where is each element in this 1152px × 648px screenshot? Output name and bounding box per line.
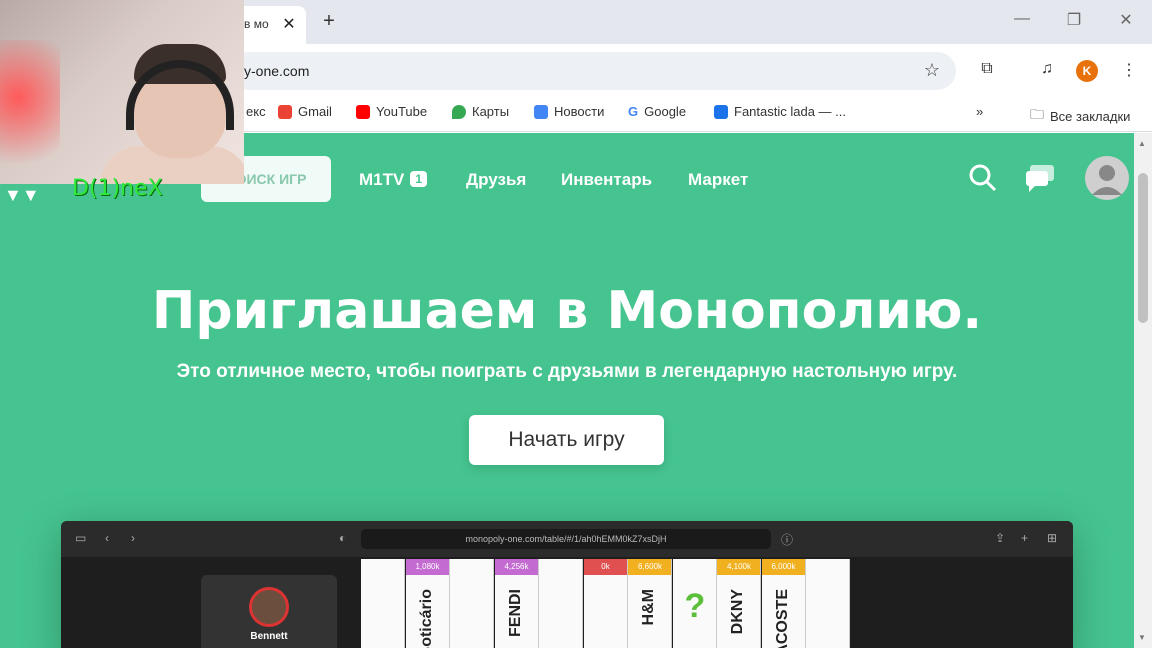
profile-avatar[interactable]: K xyxy=(1076,60,1098,82)
hero-title: Приглашаем в Монополию. xyxy=(151,281,983,341)
bookmark-yandex[interactable]: екс xyxy=(246,104,266,119)
board-cell: 4,100k DKNY xyxy=(717,559,761,648)
bookmark-label: YouTube xyxy=(376,104,428,119)
bookmark-news[interactable]: Новости xyxy=(534,104,604,119)
menu-icon[interactable]: ⋮ xyxy=(1118,60,1140,80)
media-control-icon[interactable]: ♫ xyxy=(1036,60,1058,78)
news-icon xyxy=(534,104,548,119)
share-icon: ⇪ xyxy=(995,531,1006,545)
preview-browser-bar: ▭ ‹ › ◐ monopoly-one.com/table/#/1/ah0hE… xyxy=(61,521,1073,557)
start-game-button[interactable]: Начать игру xyxy=(469,415,664,465)
lada-icon xyxy=(714,104,728,119)
bookmark-label: Карты xyxy=(472,104,510,119)
plus-icon: + xyxy=(1021,531,1029,545)
cell-brand: DKNY xyxy=(729,589,746,635)
scroll-up-icon[interactable]: ▲ xyxy=(1138,139,1146,148)
new-tab-icon[interactable]: + xyxy=(318,10,340,33)
scroll-down-icon[interactable]: ▼ xyxy=(1138,633,1146,642)
board-cell xyxy=(450,559,494,648)
grid-icon: ⊞ xyxy=(1047,531,1058,545)
bookmark-label: Google xyxy=(644,104,687,119)
address-url: y-one.com xyxy=(244,63,310,79)
maps-icon xyxy=(452,104,466,119)
chat-icon[interactable] xyxy=(1024,163,1056,193)
cell-price: 6,600k xyxy=(628,559,671,575)
bookmark-gmail[interactable]: Gmail xyxy=(278,104,332,119)
nav-friends[interactable]: Друзья xyxy=(466,170,526,190)
user-avatar-icon[interactable] xyxy=(1084,155,1130,201)
board-cell: 0k xyxy=(583,559,628,648)
more-bookmarks-icon[interactable]: » xyxy=(976,104,983,119)
window-close-icon[interactable]: ✕ xyxy=(1116,10,1136,30)
gmail-icon xyxy=(278,104,292,119)
player-avatar xyxy=(249,587,289,627)
game-preview-screenshot: ▭ ‹ › ◐ monopoly-one.com/table/#/1/ah0hE… xyxy=(61,521,1073,648)
board-cell xyxy=(806,559,850,648)
close-icon[interactable]: ✕ xyxy=(280,14,298,34)
bookmark-label: Новости xyxy=(554,104,605,119)
extensions-icon[interactable]: ⧉ xyxy=(976,60,998,78)
nav-m1tv[interactable]: M1TV 1 xyxy=(359,170,428,190)
cell-price: 0k xyxy=(583,559,627,575)
board-cell: 6,600k H&M xyxy=(628,559,672,648)
tab-title: в мо xyxy=(244,17,269,31)
bookmark-label: Gmail xyxy=(298,104,332,119)
board-cell: 6,000k LACOSTE xyxy=(761,559,806,648)
restore-icon[interactable]: ❐ xyxy=(1064,10,1084,30)
cell-brand: H&M xyxy=(640,589,657,626)
cell-brand: oBoticário xyxy=(417,589,435,648)
hero-subtitle: Это отличное место, чтобы поиграть с дру… xyxy=(176,361,958,382)
info-icon: ⓘ xyxy=(781,533,794,547)
cell-price: 1,080k xyxy=(405,559,449,575)
player-card: Bennett xyxy=(201,575,337,648)
nav-inventory[interactable]: Инвентарь xyxy=(561,170,652,190)
preview-url: monopoly-one.com/table/#/1/ah0hEMM0kZ7xs… xyxy=(361,529,771,549)
webcam-overlay xyxy=(0,0,244,184)
cell-brand: FENDI xyxy=(506,589,524,637)
board-cell: 1,080k oBoticário xyxy=(405,559,450,648)
cell-price: 4,256k xyxy=(494,559,538,575)
site-logo[interactable]: ▼▼ xyxy=(4,185,40,206)
monopoly-page: ▼▼ ПОИСК ИГР M1TV 1 Друзья Инвентарь Марк… xyxy=(0,133,1134,648)
cell-price: 4,100k xyxy=(717,559,760,575)
bookmark-google[interactable]: G Google xyxy=(628,104,686,119)
address-bar[interactable]: y-one.com ☆ xyxy=(230,52,956,90)
board-cell xyxy=(361,559,405,648)
minimize-icon[interactable]: — xyxy=(1012,10,1032,28)
player-name: Bennett xyxy=(250,631,288,642)
google-icon: G xyxy=(628,104,639,119)
bookmark-youtube[interactable]: YouTube xyxy=(356,104,427,119)
all-bookmarks[interactable]: 🗀 Все закладки xyxy=(1030,104,1130,128)
back-icon: ‹ xyxy=(105,531,109,545)
forward-icon: › xyxy=(131,531,135,545)
page-scrollbar[interactable]: ▲ ▼ xyxy=(1134,133,1152,648)
board-cell: 4,256k FENDI xyxy=(494,559,539,648)
m1tv-badge: 1 xyxy=(410,171,428,187)
board-cell: ? xyxy=(672,559,717,648)
neon-light xyxy=(0,40,60,184)
search-icon[interactable] xyxy=(968,163,998,193)
nav-market[interactable]: Маркет xyxy=(688,170,748,190)
shield-icon: ◐ xyxy=(339,531,347,545)
folder-icon: 🗀 xyxy=(1030,106,1044,122)
streamer-name-overlay: D(1)neX xyxy=(72,176,163,201)
cell-brand: ? xyxy=(684,587,706,625)
bookmark-maps[interactable]: Карты xyxy=(452,104,509,119)
all-bookmarks-label: Все закладки xyxy=(1050,108,1131,124)
cell-price: 6,000k xyxy=(761,559,805,575)
scroll-thumb[interactable] xyxy=(1138,173,1148,323)
cell-brand: LACOSTE xyxy=(773,589,791,648)
bookmark-label: екс xyxy=(246,104,266,119)
screen: в мо ✕ + — ❐ ✕ y-one.com ☆ ⧉ ♫ ⋮ K екс G… xyxy=(0,0,1152,648)
nav-m1tv-label: M1TV xyxy=(359,170,405,189)
bookmark-star-icon[interactable]: ☆ xyxy=(924,60,940,81)
youtube-icon xyxy=(356,104,370,119)
sidebar-icon: ▭ xyxy=(75,531,87,545)
bookmark-label: Fantastic lada — ... xyxy=(734,104,846,119)
board-cell xyxy=(539,559,583,648)
bookmark-lada[interactable]: Fantastic lada — ... xyxy=(714,104,846,119)
